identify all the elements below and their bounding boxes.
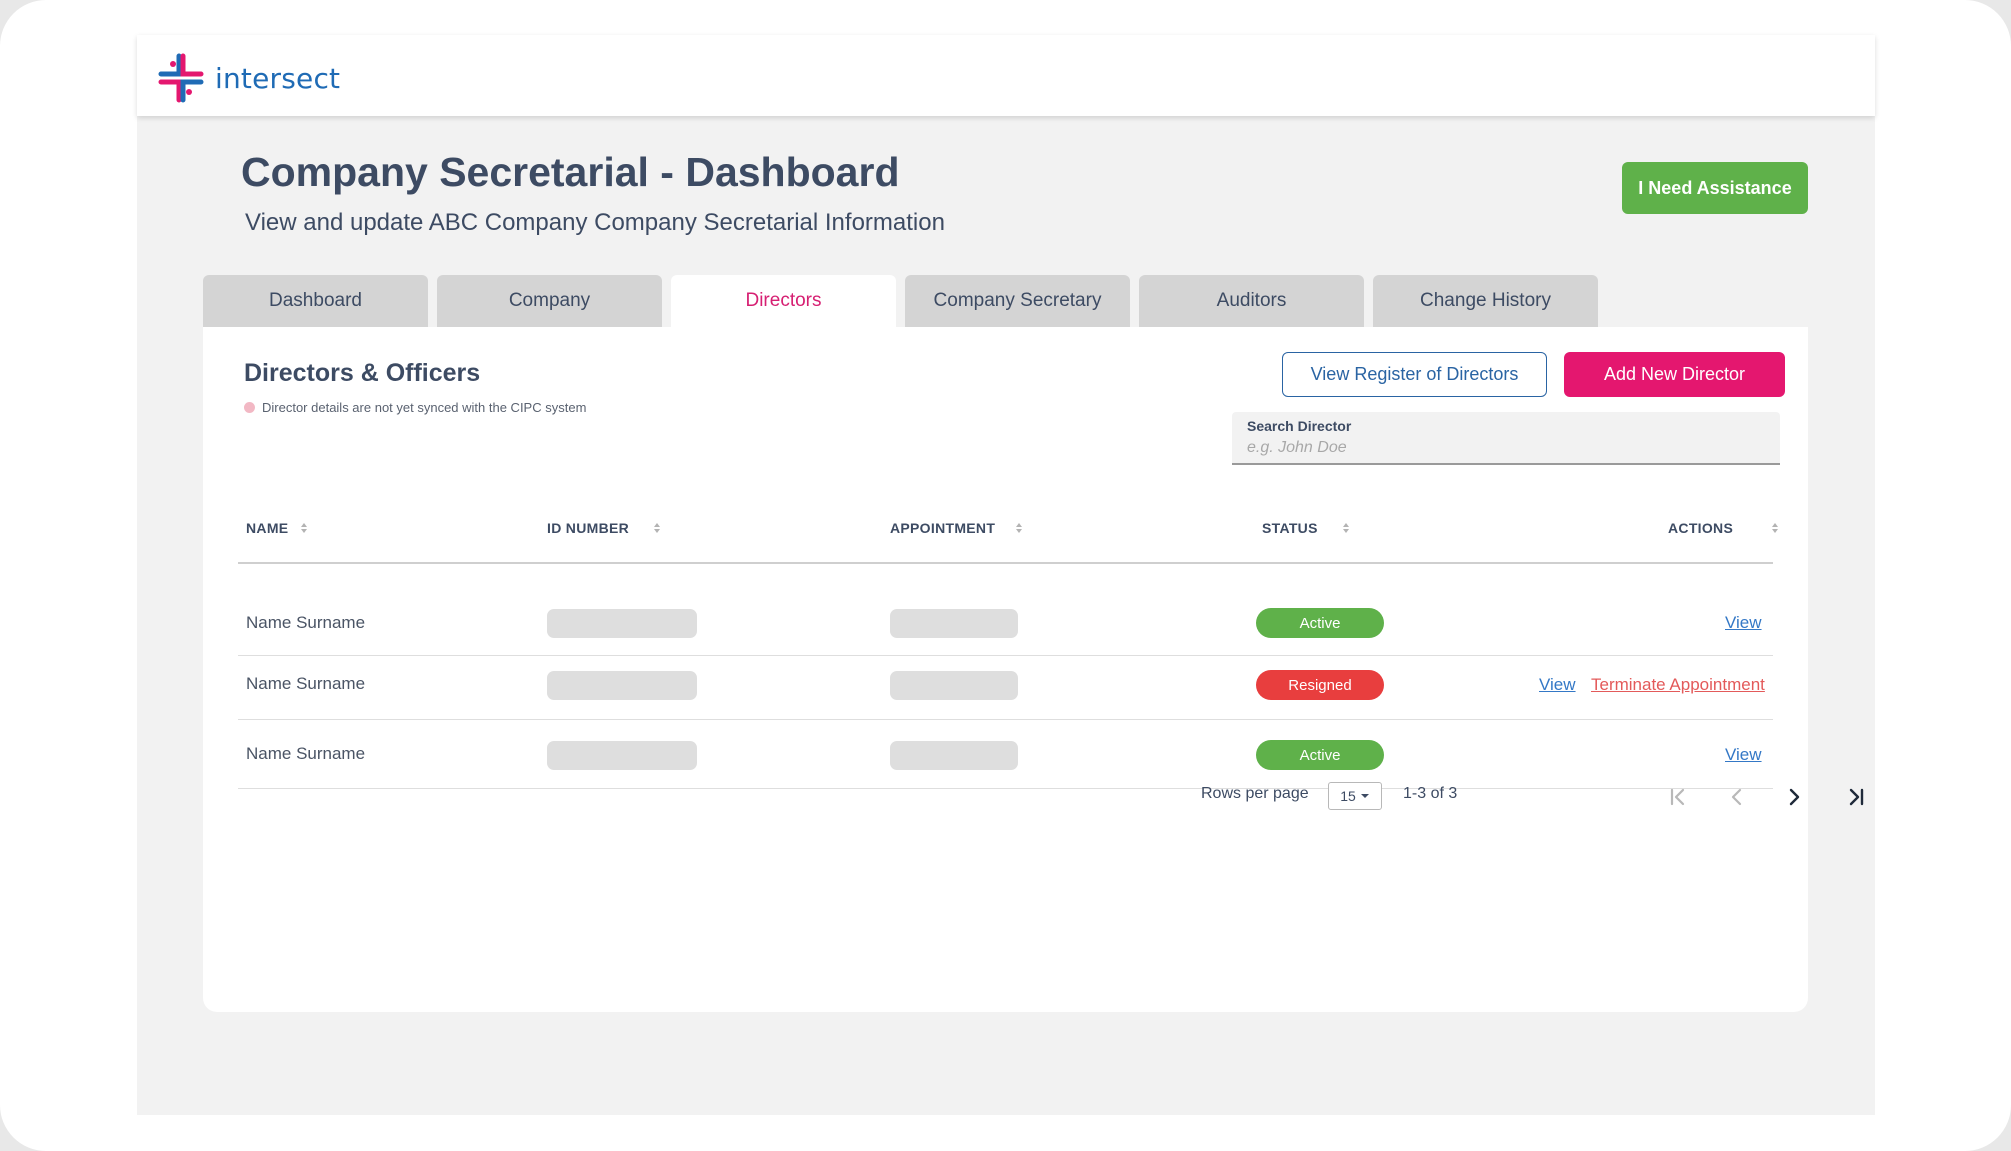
device-frame: intersect Company Secretarial - Dashboar…	[0, 0, 2011, 1151]
prev-page-icon	[1731, 788, 1742, 806]
intersect-logo-icon	[158, 53, 204, 103]
assistance-button[interactable]: I Need Assistance	[1622, 162, 1808, 214]
first-page-icon	[1670, 788, 1685, 806]
search-director-field[interactable]: Search Director	[1232, 412, 1780, 465]
app-screen: intersect Company Secretarial - Dashboar…	[137, 35, 1875, 1115]
last-page-button[interactable]	[1840, 781, 1872, 813]
add-director-button[interactable]: Add New Director	[1564, 352, 1785, 397]
tab-auditors[interactable]: Auditors	[1139, 275, 1364, 327]
view-link[interactable]: View	[1725, 613, 1762, 633]
next-page-button[interactable]	[1778, 781, 1810, 813]
row-divider	[238, 655, 1773, 656]
director-name: Name Surname	[246, 613, 366, 632]
page-title: Company Secretarial - Dashboard	[241, 149, 900, 195]
row-divider	[238, 788, 1773, 789]
status-badge: Active	[1256, 608, 1384, 638]
column-header-label: ACTIONS	[1668, 520, 1734, 536]
view-link[interactable]: View	[1725, 745, 1762, 765]
sync-status-dot-icon	[244, 402, 255, 413]
search-input[interactable]	[1247, 437, 1757, 459]
column-header-appointment[interactable]: APPOINTMENT	[890, 520, 1023, 536]
sort-icon	[301, 523, 308, 533]
id-number-placeholder	[547, 671, 697, 700]
id-number-placeholder	[547, 609, 697, 638]
status-badge: Active	[1256, 740, 1384, 770]
column-header-label: ID NUMBER	[547, 520, 630, 536]
column-header-name[interactable]: NAME	[246, 520, 308, 536]
column-header-id-number[interactable]: ID NUMBER	[547, 520, 661, 536]
sort-icon	[1016, 523, 1023, 533]
appointment-placeholder	[890, 609, 1018, 638]
sort-icon	[654, 523, 661, 533]
column-header-label: STATUS	[1262, 520, 1318, 536]
director-name: Name Surname	[246, 744, 366, 763]
rows-per-page-select[interactable]: 15	[1328, 782, 1382, 810]
rows-per-page-value: 15	[1340, 788, 1356, 804]
pagination-range: 1-3 of 3	[1403, 785, 1458, 802]
tab-directors[interactable]: Directors	[671, 275, 896, 327]
header-divider	[238, 562, 1773, 564]
directors-card: Directors & Officers Director details ar…	[203, 327, 1864, 1012]
tab-change-history[interactable]: Change History	[1373, 275, 1598, 327]
view-register-button[interactable]: View Register of Directors	[1282, 352, 1547, 397]
next-page-icon	[1789, 788, 1800, 806]
first-page-button[interactable]	[1662, 781, 1694, 813]
appointment-placeholder	[890, 671, 1018, 700]
section-title: Directors & Officers	[244, 359, 481, 387]
id-number-placeholder	[547, 741, 697, 770]
logo[interactable]: intersect	[153, 52, 340, 104]
last-page-icon	[1849, 788, 1864, 806]
view-link[interactable]: View	[1539, 675, 1576, 695]
column-header-label: APPOINTMENT	[890, 520, 996, 536]
column-header-status[interactable]: STATUS	[1262, 520, 1350, 536]
sync-note: Director details are not yet synced with…	[244, 400, 586, 415]
tab-company-secretary[interactable]: Company Secretary	[905, 275, 1130, 327]
terminate-appointment-link[interactable]: Terminate Appointment	[1591, 675, 1765, 695]
row-divider	[238, 719, 1773, 720]
rows-per-page-label: Rows per page	[1201, 785, 1309, 802]
page-subtitle: View and update ABC Company Company Secr…	[245, 209, 945, 236]
previous-page-button[interactable]	[1721, 781, 1753, 813]
chevron-down-icon	[1360, 794, 1369, 798]
column-header-label: NAME	[246, 520, 289, 536]
appointment-placeholder	[890, 741, 1018, 770]
tab-dashboard[interactable]: Dashboard	[203, 275, 428, 327]
search-label: Search Director	[1247, 418, 1352, 434]
director-name: Name Surname	[246, 674, 366, 693]
sort-icon	[1772, 523, 1779, 533]
logo-text: intersect	[215, 61, 341, 95]
column-header-actions[interactable]: ACTIONS	[1668, 520, 1779, 536]
sort-icon	[1342, 523, 1349, 533]
status-badge: Resigned	[1256, 670, 1384, 700]
tab-company[interactable]: Company	[437, 275, 662, 327]
top-header: intersect	[137, 35, 1875, 116]
sync-note-text: Director details are not yet synced with…	[262, 400, 587, 415]
